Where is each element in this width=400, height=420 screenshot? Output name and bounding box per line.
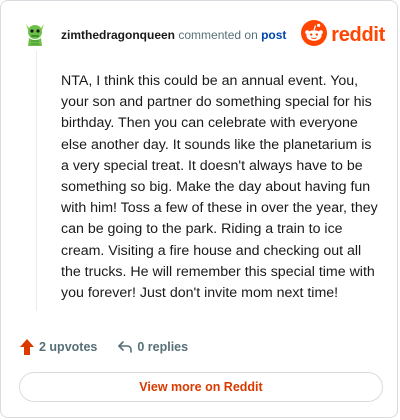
comment-author[interactable]: zimthedragonqueen xyxy=(61,28,175,42)
comment-header: zimthedragonqueen commented on post redd xyxy=(21,19,385,53)
reddit-snoo-icon xyxy=(301,19,328,51)
reply-count: 0 replies xyxy=(137,340,189,354)
embedded-comment-card: zimthedragonqueen commented on post redd xyxy=(0,0,398,418)
upvote-button[interactable]: 2 upvotes xyxy=(19,338,97,356)
comment-actions: 2 upvotes 0 replies xyxy=(19,337,188,357)
reddit-wordmark: reddit xyxy=(331,23,385,46)
reddit-logo[interactable]: reddit xyxy=(301,19,385,51)
comment-byline: zimthedragonqueen commented on post xyxy=(61,27,286,43)
reply-arrow-icon xyxy=(117,339,137,355)
upvote-count: 2 upvotes xyxy=(39,340,98,354)
thread-line xyxy=(36,51,37,311)
upvote-arrow-icon xyxy=(19,338,39,356)
comment-body: NTA, I think this could be an annual eve… xyxy=(61,73,378,302)
post-link[interactable]: post xyxy=(261,28,286,42)
reply-button[interactable]: 0 replies xyxy=(117,339,188,355)
comment-action-text: commented on xyxy=(178,28,258,42)
view-more-button[interactable]: View more on Reddit xyxy=(19,372,383,402)
dragon-avatar-icon[interactable] xyxy=(23,21,47,47)
